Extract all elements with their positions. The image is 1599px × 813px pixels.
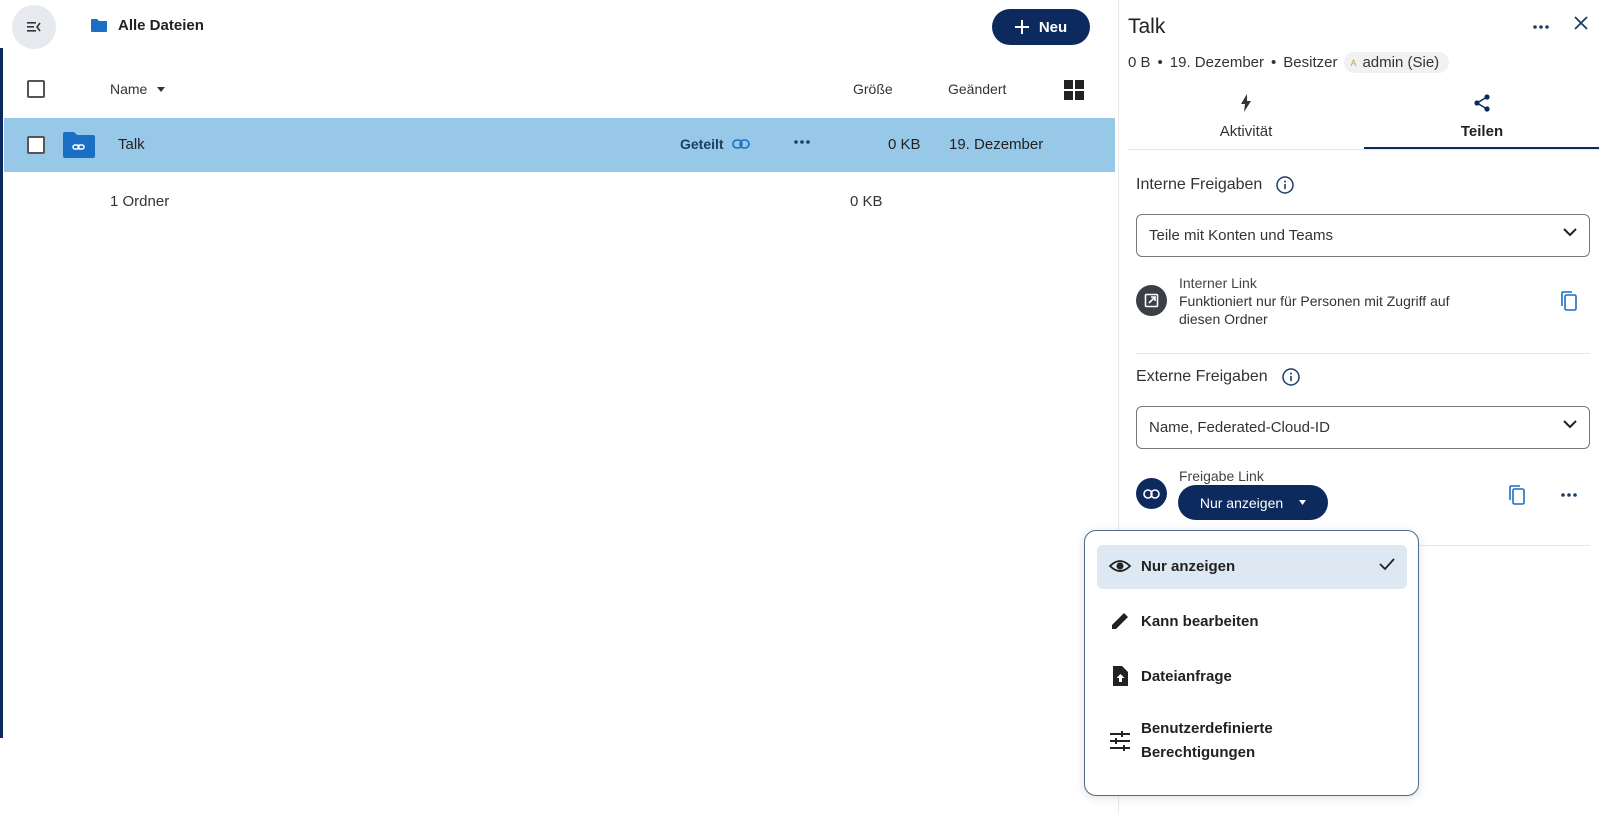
section-divider xyxy=(1136,353,1590,354)
internal-link-text: Interner Link Funktioniert nur für Perso… xyxy=(1179,274,1450,328)
shared-link-folder-icon xyxy=(63,132,95,158)
toggle-navigation-button[interactable] xyxy=(12,5,56,49)
info-icon[interactable] xyxy=(1281,368,1300,386)
row-file-size: 0 KB xyxy=(888,136,921,153)
app-root: Alle Dateien Neu Name Größe Geändert Tal… xyxy=(0,0,1599,813)
select-all-checkbox[interactable] xyxy=(27,80,45,98)
chevron-down-icon xyxy=(1563,228,1577,237)
info-icon[interactable] xyxy=(1276,176,1295,194)
tune-icon xyxy=(1110,731,1130,751)
plus-icon xyxy=(1014,20,1029,34)
pencil-icon xyxy=(1112,613,1128,629)
activity-icon xyxy=(1241,94,1251,112)
tab-activity-label: Aktivität xyxy=(1219,123,1273,140)
external-shares-heading: Externe Freigaben xyxy=(1136,368,1300,386)
column-size-label[interactable]: Größe xyxy=(853,81,893,97)
share-link-more-icon[interactable] xyxy=(1561,486,1577,504)
chevron-down-icon xyxy=(1563,420,1577,429)
owner-name: admin (Sie) xyxy=(1362,54,1440,71)
menu-item-label-line-1: Benutzerdefinierte xyxy=(1141,720,1273,737)
internal-share-search[interactable]: Teile mit Konten und Teams xyxy=(1136,214,1590,257)
avatar: A xyxy=(1350,57,1357,68)
menu-item-custom-permissions[interactable]: Benutzerdefinierte Berechtigungen xyxy=(1097,711,1407,771)
internal-shares-heading: Interne Freigaben xyxy=(1136,176,1295,194)
row-file-name[interactable]: Talk xyxy=(118,136,145,153)
shared-button[interactable]: Geteilt xyxy=(680,136,750,152)
sidebar-title: Talk xyxy=(1128,15,1166,38)
close-icon[interactable] xyxy=(1574,16,1588,30)
breadcrumb-all-files[interactable]: Alle Dateien xyxy=(118,17,204,34)
file-list-header: Name Größe Geändert xyxy=(0,78,1118,102)
sidebar-meta: 0 B • 19. Dezember • Besitzer A admin (S… xyxy=(1128,52,1450,73)
external-share-search[interactable]: Name, Federated-Cloud-ID xyxy=(1136,406,1590,449)
copy-icon[interactable] xyxy=(1509,485,1525,505)
column-changed-label[interactable]: Geändert xyxy=(948,81,1006,97)
menu-item-file-request[interactable]: Dateianfrage xyxy=(1097,655,1407,699)
new-button[interactable]: Neu xyxy=(992,9,1090,45)
column-name-label: Name xyxy=(110,81,148,97)
link-icon xyxy=(1143,488,1160,499)
tab-share-label: Teilen xyxy=(1460,123,1504,140)
breadcrumb[interactable]: Alle Dateien xyxy=(90,17,204,34)
menu-collapse-icon xyxy=(27,22,41,32)
menu-item-label: Dateianfrage xyxy=(1141,668,1232,685)
grid-view-icon[interactable] xyxy=(1064,80,1084,100)
share-icon xyxy=(1474,94,1490,112)
meta-size: 0 B xyxy=(1128,54,1151,71)
link-icon xyxy=(731,139,750,149)
meta-separator: • xyxy=(1157,54,1163,71)
caret-down-icon xyxy=(1299,500,1307,505)
check-icon xyxy=(1379,558,1395,571)
menu-item-can-edit[interactable]: Kann bearbeiten xyxy=(1097,600,1407,644)
share-link-title: Freigabe Link xyxy=(1179,468,1264,484)
file-upload-icon xyxy=(1113,666,1128,686)
shared-label: Geteilt xyxy=(680,136,724,152)
new-button-label: Neu xyxy=(1038,18,1068,36)
tab-activity[interactable]: Aktivität xyxy=(1128,90,1364,150)
row-file-date: 19. Dezember xyxy=(949,136,1044,153)
internal-share-placeholder: Teile mit Konten und Teams xyxy=(1149,227,1333,244)
permission-menu: Nur anzeigen Kann bearbeiten Dateianfrag… xyxy=(1084,530,1419,796)
external-shares-title: Externe Freigaben xyxy=(1136,368,1268,385)
eye-icon xyxy=(1109,560,1131,572)
meta-date: 19. Dezember xyxy=(1169,54,1264,71)
menu-item-label: Nur anzeigen xyxy=(1141,558,1236,575)
more-actions-icon[interactable] xyxy=(1533,18,1549,36)
tabs-divider xyxy=(1128,149,1599,150)
summary-count: 1 Ordner xyxy=(110,193,170,210)
row-actions-icon[interactable] xyxy=(794,132,810,152)
sort-by-name[interactable]: Name xyxy=(110,81,166,97)
caret-down-icon xyxy=(157,86,166,92)
external-link-icon xyxy=(1144,293,1159,308)
menu-item-label: Kann bearbeiten xyxy=(1141,613,1259,630)
share-link-avatar xyxy=(1136,478,1167,509)
permission-dropdown-button[interactable]: Nur anzeigen xyxy=(1178,485,1328,520)
files-view: Alle Dateien Neu Name Größe Geändert Tal… xyxy=(0,0,1118,813)
internal-link-desc-2: diesen Ordner xyxy=(1179,311,1268,327)
internal-link-avatar xyxy=(1136,285,1167,316)
copy-icon[interactable] xyxy=(1561,291,1577,311)
menu-item-view-only[interactable]: Nur anzeigen xyxy=(1097,545,1407,589)
meta-separator: • xyxy=(1271,54,1277,71)
internal-link-title: Interner Link xyxy=(1179,275,1257,291)
folder-icon xyxy=(91,19,107,32)
menu-item-label-line-2: Berechtigungen xyxy=(1141,744,1256,761)
permission-button-label: Nur anzeigen xyxy=(1199,494,1284,511)
row-checkbox[interactable] xyxy=(27,136,45,154)
internal-link-desc-1: Funktioniert nur für Personen mit Zugrif… xyxy=(1179,293,1450,309)
menu-item-label: Benutzerdefinierte Berechtigungen xyxy=(1141,717,1273,765)
internal-shares-title: Interne Freigaben xyxy=(1136,176,1263,193)
table-row[interactable]: Talk Geteilt 0 KB 19. Dezember xyxy=(4,118,1115,172)
external-share-placeholder: Name, Federated-Cloud-ID xyxy=(1149,419,1330,436)
tab-share[interactable]: Teilen xyxy=(1364,90,1599,150)
owner-chip[interactable]: A admin (Sie) xyxy=(1344,52,1450,73)
summary-size: 0 KB xyxy=(850,193,883,210)
meta-owner-label: Besitzer xyxy=(1283,54,1338,71)
